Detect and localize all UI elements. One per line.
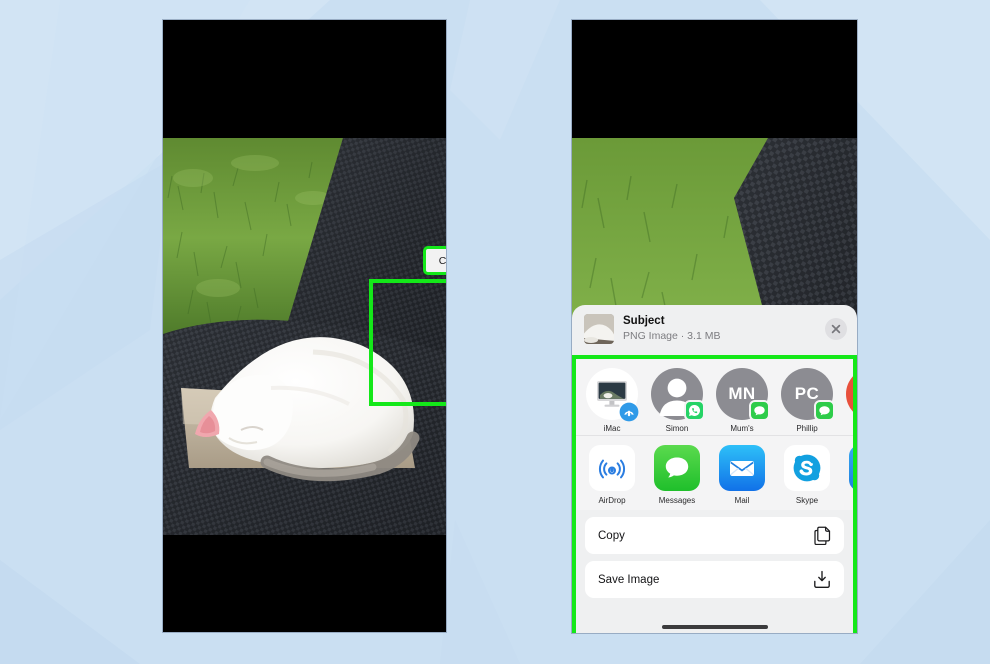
lift-context-menu[interactable]: Copy Share...	[423, 246, 446, 275]
whatsapp-badge	[684, 400, 705, 421]
avatar: MN	[716, 368, 770, 421]
messages-icon	[654, 445, 700, 491]
share-sheet-header: Subject PNG Image · 3.1 MB	[572, 305, 857, 353]
share-sheet-title-block: Subject PNG Image · 3.1 MB	[623, 314, 816, 343]
action-copy[interactable]: Copy	[585, 517, 844, 554]
share-item-meta: PNG Image · 3.1 MB	[623, 330, 721, 343]
skype-icon	[784, 445, 830, 491]
app-partial[interactable]	[846, 445, 853, 505]
contact-partial[interactable]: V	[846, 368, 853, 433]
contact-label: V	[846, 424, 853, 433]
avatar	[846, 368, 853, 420]
action-save-image[interactable]: Save Image	[585, 561, 844, 598]
copy-menu-item[interactable]: Copy	[426, 249, 446, 272]
contact-imac[interactable]: iMac	[586, 368, 638, 433]
action-label: Save Image	[598, 573, 660, 586]
partial-app-icon	[849, 445, 853, 491]
action-label: Copy	[598, 529, 625, 542]
contact-simon[interactable]: Simon	[651, 368, 705, 433]
left-screenshot: Copy Share...	[163, 20, 446, 632]
subject-selection-box	[369, 279, 446, 406]
mail-icon	[719, 445, 765, 491]
app-label: Messages	[658, 496, 696, 505]
app-airdrop[interactable]: AirDrop	[586, 445, 638, 505]
share-apps-row[interactable]: AirDrop Messages Mail Skype	[576, 435, 853, 510]
messages-badge	[749, 400, 770, 421]
app-mail[interactable]: Mail	[716, 445, 768, 505]
home-indicator	[661, 625, 768, 629]
share-sheet-highlighted-body: iMac Simon MN Mum's PC Phillip AirDrop M…	[572, 355, 857, 633]
contact-mums[interactable]: MN Mum's	[716, 368, 770, 433]
share-sheet: Subject PNG Image · 3.1 MB iMac Simon MN…	[572, 305, 857, 633]
subject-thumbnail	[584, 314, 614, 344]
app-label: Skype	[795, 496, 819, 505]
copy-icon	[814, 526, 831, 545]
contacts-scroller[interactable]: iMac Simon MN Mum's PC Phillip	[576, 359, 853, 433]
avatar	[586, 368, 639, 422]
avatar	[651, 368, 705, 421]
messages-badge	[814, 400, 835, 421]
app-label: Mail	[734, 496, 750, 505]
close-icon[interactable]	[825, 318, 847, 340]
app-messages[interactable]: Messages	[651, 445, 703, 505]
airdrop-icon	[589, 445, 635, 491]
contact-label: Mum's	[730, 424, 754, 433]
avatar: PC	[781, 368, 835, 421]
app-label: AirDrop	[598, 496, 626, 505]
airdrop-badge	[618, 401, 639, 422]
contact-label: Phillip	[796, 424, 818, 433]
contact-label: Simon	[665, 424, 689, 433]
contact-label: iMac	[603, 424, 621, 433]
share-contacts-row[interactable]: iMac Simon MN Mum's PC Phillip	[576, 359, 853, 435]
contact-phillip[interactable]: PC Phillip	[781, 368, 835, 433]
share-item-title: Subject	[623, 315, 665, 328]
apps-scroller[interactable]: AirDrop Messages Mail Skype	[576, 436, 853, 505]
share-actions-list: Copy Save Image	[576, 510, 853, 598]
save-download-icon	[813, 570, 831, 589]
app-skype[interactable]: Skype	[781, 445, 833, 505]
